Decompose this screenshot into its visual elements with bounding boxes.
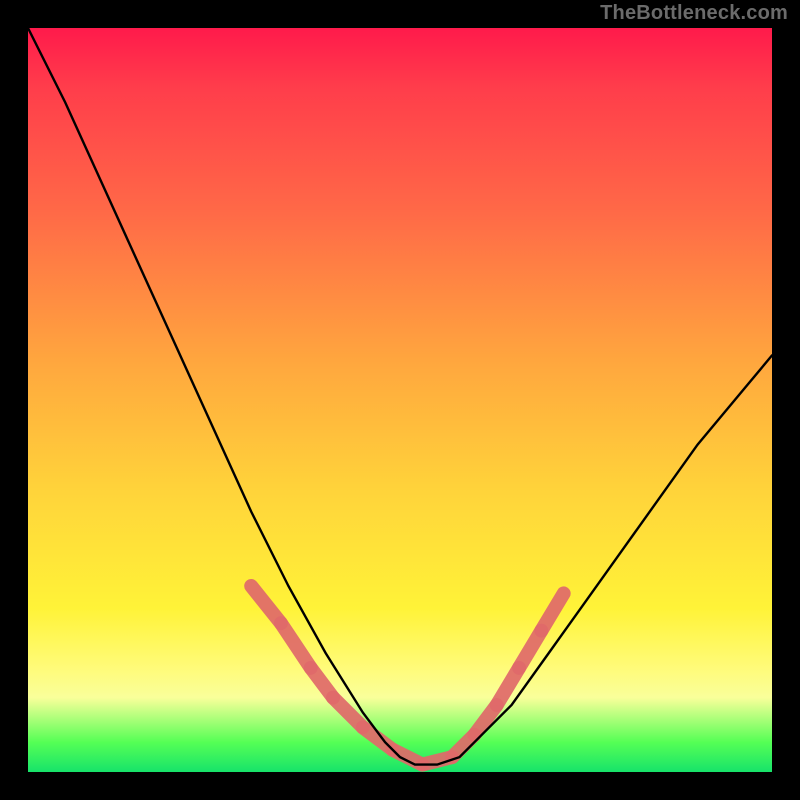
chart-frame: TheBottleneck.com [0, 0, 800, 800]
plot-area [28, 28, 772, 772]
highlight-segment [541, 593, 563, 630]
highlight-segment [251, 586, 281, 623]
bottleneck-curve-svg [28, 28, 772, 772]
main-curve [28, 28, 772, 765]
highlight-segment [281, 623, 311, 668]
watermark-text: TheBottleneck.com [600, 2, 788, 25]
highlight-segments [251, 586, 563, 765]
